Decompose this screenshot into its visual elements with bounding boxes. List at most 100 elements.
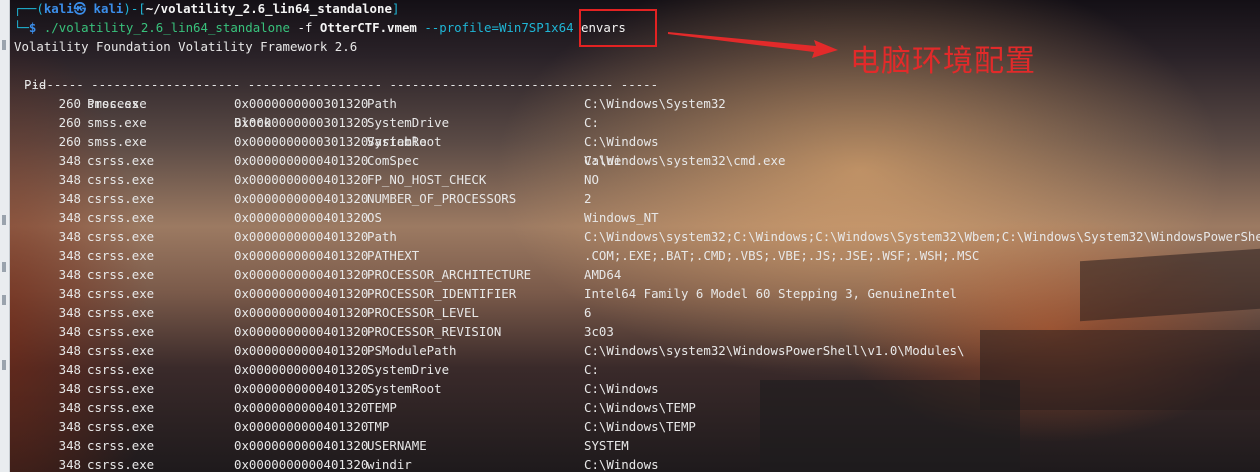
table-row: 260 smss.exe 0x0000000000301320 Path C:\Wind…: [14, 94, 1260, 113]
row-process: csrss.exe: [87, 172, 155, 187]
table-row: 348 csrss.exe 0x0000000000401320 windir C:\W…: [14, 455, 1260, 474]
row-pid: 348: [58, 419, 81, 434]
row-process: csrss.exe: [87, 381, 155, 396]
row-variable: SystemDrive: [367, 362, 450, 377]
table-row: 348 csrss.exe 0x0000000000401320 PROCESSOR_…: [14, 284, 1260, 303]
row-process: smss.exe: [87, 115, 147, 130]
row-pid: 348: [58, 400, 81, 415]
row-value: C:: [584, 362, 599, 377]
row-pid: 260: [58, 134, 81, 149]
prompt-user-host: kali㉿ kali: [43, 1, 124, 16]
row-block: 0x0000000000401320: [234, 229, 369, 244]
panel-marker: [2, 40, 6, 50]
row-variable: PROCESSOR_LEVEL: [367, 305, 479, 320]
row-variable: ComSpec: [367, 153, 420, 168]
row-value: C:\Windows\system32;C:\Windows;C:\Window…: [584, 229, 1260, 244]
row-process: csrss.exe: [87, 438, 155, 453]
row-value: .COM;.EXE;.BAT;.CMD;.VBS;.VBE;.JS;.JSE;.…: [584, 248, 980, 263]
row-pid: 348: [58, 438, 81, 453]
row-block: 0x0000000000401320: [234, 362, 369, 377]
row-block: 0x0000000000401320: [234, 324, 369, 339]
row-process: csrss.exe: [87, 191, 155, 206]
row-process: csrss.exe: [87, 324, 155, 339]
table-row: 348 csrss.exe 0x0000000000401320 PROCESSOR_…: [14, 322, 1260, 341]
left-panel-edge: [0, 0, 10, 472]
banner-line: Volatility Foundation Volatility Framewo…: [14, 39, 358, 54]
row-variable: PROCESSOR_ARCHITECTURE: [367, 267, 532, 282]
row-value: C:\Windows\TEMP: [584, 400, 696, 415]
row-pid: 348: [58, 153, 81, 168]
row-pid: 348: [58, 362, 81, 377]
command-file: OtterCTF.vmem: [319, 20, 417, 35]
row-variable: TMP: [367, 419, 390, 434]
row-variable: SystemRoot: [367, 381, 442, 396]
table-row: 348 csrss.exe 0x0000000000401320 PROCESSOR_…: [14, 265, 1260, 284]
row-variable: FP_NO_HOST_CHECK: [367, 172, 487, 187]
row-variable: windir: [367, 457, 412, 472]
separator-line: -------- -------------------- ----------…: [24, 77, 659, 92]
row-block: 0x0000000000401320: [234, 305, 369, 320]
panel-marker: [2, 360, 6, 370]
row-variable: PROCESSOR_IDENTIFIER: [367, 286, 517, 301]
row-block: 0x0000000000401320: [234, 286, 369, 301]
row-process: csrss.exe: [87, 267, 155, 282]
prompt-line-top: ┌──(kali㉿ kali)-[~/volatility_2.6_lin64_…: [14, 1, 400, 16]
table-row: 348 csrss.exe 0x0000000000401320 SystemDriv…: [14, 360, 1260, 379]
highlight-box: [579, 9, 657, 47]
row-value: Windows_NT: [584, 210, 659, 225]
table-row: 348 csrss.exe 0x0000000000401320 NUMBER_OF_…: [14, 189, 1260, 208]
table-row: 348 csrss.exe 0x0000000000401320 TMP C:\Wind…: [14, 417, 1260, 436]
row-variable: Path: [367, 96, 397, 111]
row-block: 0x0000000000401320: [234, 343, 369, 358]
table-row: 348 csrss.exe 0x0000000000401320 USERNAME SY…: [14, 436, 1260, 455]
command-flag-f: -f: [297, 20, 313, 35]
row-pid: 260: [58, 96, 81, 111]
row-block: 0x0000000000401320: [234, 248, 369, 263]
table-row: 348 csrss.exe 0x0000000000401320 SystemRoot…: [14, 379, 1260, 398]
row-pid: 348: [58, 381, 81, 396]
row-block: 0x0000000000301320: [234, 96, 369, 111]
table-row: 348 csrss.exe 0x0000000000401320 OS Windows_…: [14, 208, 1260, 227]
row-block: 0x0000000000401320: [234, 381, 369, 396]
row-block: 0x0000000000401320: [234, 210, 369, 225]
row-block: 0x0000000000301320: [234, 115, 369, 130]
row-value: C:\Windows: [584, 457, 659, 472]
row-variable: PSModulePath: [367, 343, 457, 358]
table-row: 260 smss.exe 0x0000000000301320 SystemDrive…: [14, 113, 1260, 132]
row-variable: USERNAME: [367, 438, 427, 453]
row-block: 0x0000000000401320: [234, 191, 369, 206]
panel-marker: [2, 215, 6, 225]
row-pid: 348: [58, 248, 81, 263]
arrow-icon: [668, 32, 838, 58]
row-pid: 348: [58, 324, 81, 339]
row-process: csrss.exe: [87, 210, 155, 225]
table-row: 348 csrss.exe 0x0000000000401320 PSModulePa…: [14, 341, 1260, 360]
command-line[interactable]: └─$ ./volatility_2.6_lin64_standalone -f…: [14, 18, 626, 37]
row-value: Intel64 Family 6 Model 60 Stepping 3, Ge…: [584, 286, 957, 301]
row-value: SYSTEM: [584, 438, 629, 453]
table-row: 260 smss.exe 0x0000000000301320 SystemRoot C…: [14, 132, 1260, 151]
row-pid: 348: [58, 286, 81, 301]
row-variable: Path: [367, 229, 397, 244]
row-block: 0x0000000000401320: [234, 438, 369, 453]
row-variable: PROCESSOR_REVISION: [367, 324, 502, 339]
row-variable: SystemDrive: [367, 115, 450, 130]
row-block: 0x0000000000401320: [234, 457, 369, 472]
row-pid: 348: [58, 305, 81, 320]
row-block: 0x0000000000401320: [234, 267, 369, 282]
row-pid: 348: [58, 210, 81, 225]
row-pid: 260: [58, 115, 81, 130]
header-row: Pid Process Block Variable Value: [14, 56, 914, 168]
row-pid: 348: [58, 343, 81, 358]
terminal-output[interactable]: ┌──(kali㉿ kali)-[~/volatility_2.6_lin64_…: [14, 0, 1260, 472]
row-value: NO: [584, 172, 599, 187]
row-variable: TEMP: [367, 400, 397, 415]
row-value: C:\Windows\system32\WindowsPowerShell\v1…: [584, 343, 965, 358]
row-pid: 348: [58, 267, 81, 282]
row-process: csrss.exe: [87, 305, 155, 320]
row-value: C:: [584, 115, 599, 130]
command-profile: --profile=Win7SP1x64: [424, 20, 574, 35]
row-process: csrss.exe: [87, 229, 155, 244]
panel-marker: [2, 262, 6, 272]
command-exec: ./volatility_2.6_lin64_standalone: [43, 20, 291, 35]
